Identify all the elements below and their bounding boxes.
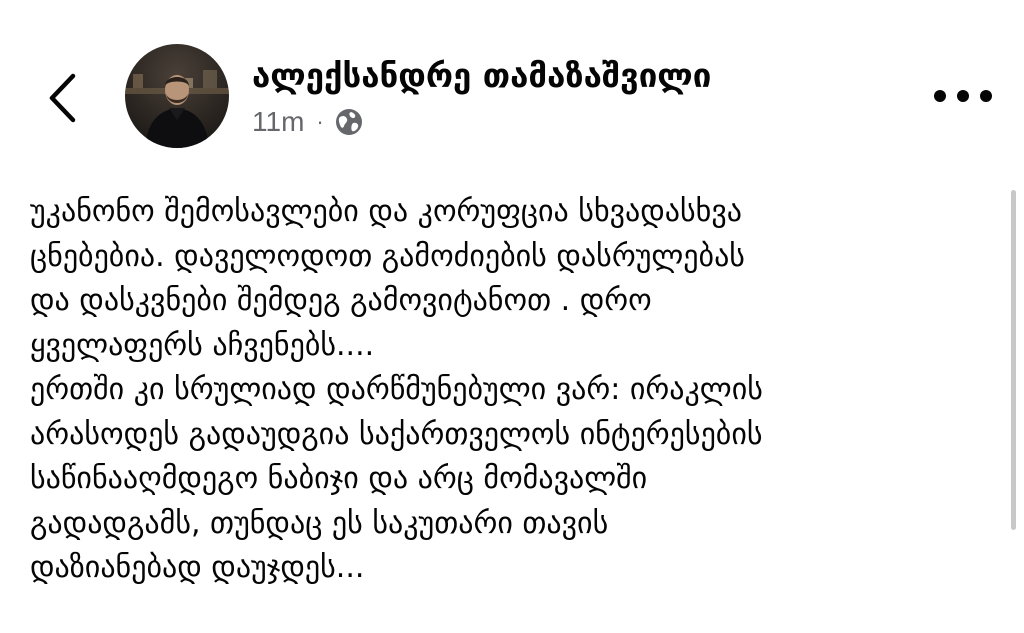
scrollbar[interactable] [1011, 190, 1016, 530]
back-button[interactable] [40, 70, 84, 126]
author-name[interactable]: ალექსანდრე თამაზაშვილი [252, 56, 711, 96]
post-header: ალექსანდრე თამაზაშვილი 11m · [0, 0, 1024, 170]
more-options-icon-dot [980, 90, 992, 102]
avatar-photo [125, 44, 229, 148]
post-text-line: ცნებებია. დაველოდოთ გამოძიების დასრულება… [30, 238, 745, 274]
post-timestamp[interactable]: 11m [252, 106, 304, 138]
post-text-line: არასოდეს გადაუდგია საქართველოს ინტერესებ… [30, 416, 763, 452]
more-options-icon-dot [934, 90, 946, 102]
meta-separator: · [316, 109, 324, 134]
post-text-line: დაზიანებად დაუჯდეს... [30, 550, 365, 585]
post-text-line: გადადგამს, თუნდაც ეს საკუთარი თავის [30, 505, 609, 541]
post-text-line: ერთში კი სრულიად დარწმუნებული ვარ: ირაკლ… [30, 372, 763, 407]
post-text-line: უკანონო შემოსავლები და კორუფცია სხვადასხ… [30, 194, 742, 229]
post-meta: 11m · [252, 104, 364, 140]
post-text-line: ყველაფერს აჩვენებს.... [30, 327, 375, 363]
more-options-button[interactable] [934, 78, 992, 114]
globe-icon [335, 109, 362, 135]
post-body: უკანონო შემოსავლები და კორუფცია სხვადასხ… [30, 190, 1005, 591]
post-text-line: საწინააღმდეგო ნაბიჯი და არც მომავალში [30, 461, 648, 496]
more-options-icon-dot [957, 90, 969, 102]
avatar[interactable] [125, 44, 229, 148]
post-text-line: და დასკვნები შემდეგ გამოვიტანოთ . დრო [30, 283, 652, 318]
chevron-left-icon [49, 73, 76, 123]
